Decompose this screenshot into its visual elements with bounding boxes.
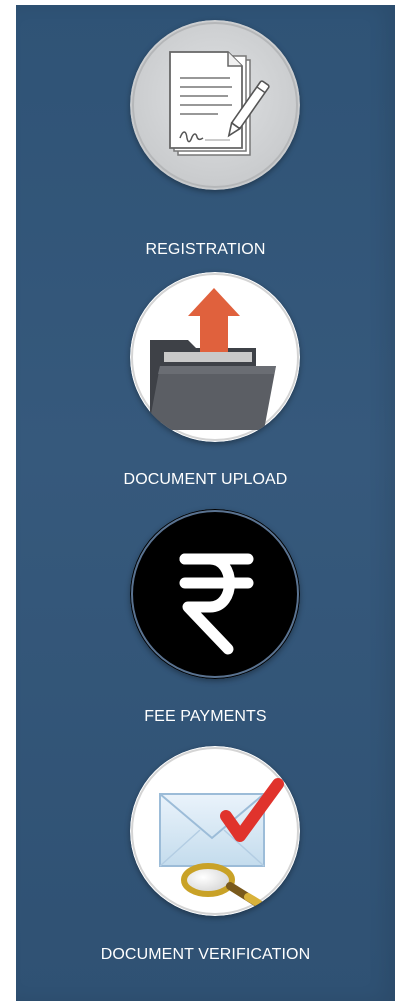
fee-payments-step[interactable]: FEE PAYMENTS: [16, 509, 395, 744]
document-verification-step[interactable]: DOCUMENT VERIFICATION: [16, 746, 395, 986]
folder-upload-icon: [130, 272, 300, 442]
process-steps-panel: REGISTRATION DOCUMENT UPLOAD FEE PAYMENT…: [16, 5, 395, 1001]
document-upload-label[interactable]: DOCUMENT UPLOAD: [16, 470, 395, 490]
document-sign-icon: [130, 20, 300, 190]
registration-step[interactable]: REGISTRATION: [16, 20, 395, 265]
document-verification-label[interactable]: DOCUMENT VERIFICATION: [16, 945, 395, 965]
document-upload-step[interactable]: DOCUMENT UPLOAD: [16, 272, 395, 507]
document-verification-icon-circle[interactable]: [130, 746, 300, 916]
document-upload-icon-circle[interactable]: [130, 272, 300, 442]
envelope-check-magnifier-icon: [130, 746, 300, 916]
registration-icon-circle[interactable]: [130, 20, 300, 190]
fee-payments-label[interactable]: FEE PAYMENTS: [16, 707, 395, 727]
fee-payments-icon-circle[interactable]: [130, 509, 300, 679]
rupee-icon: [130, 509, 300, 679]
registration-label[interactable]: REGISTRATION: [16, 240, 395, 260]
